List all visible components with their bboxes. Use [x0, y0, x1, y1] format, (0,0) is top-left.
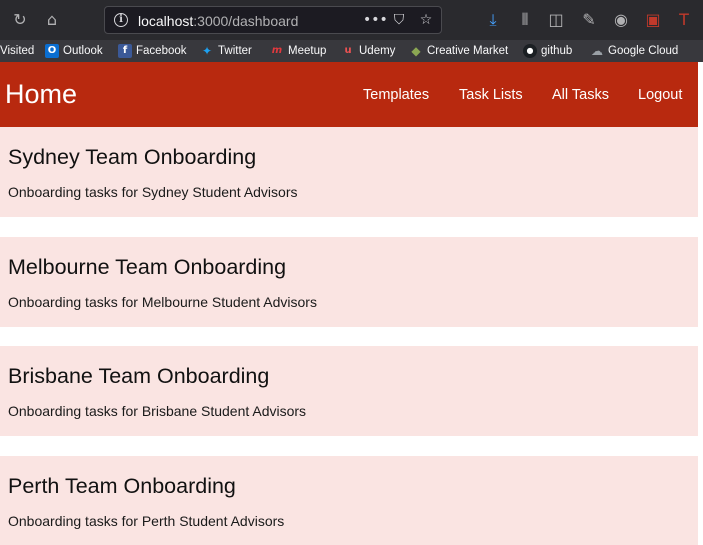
- template-card[interactable]: Brisbane Team Onboarding Onboarding task…: [0, 346, 698, 436]
- facebook-icon: f: [118, 44, 132, 58]
- udemy-icon: u: [344, 45, 352, 56]
- bookmark-creative-market[interactable]: ◆ Creative Market: [409, 43, 508, 59]
- nav-all-tasks[interactable]: All Tasks: [552, 87, 609, 103]
- card-description: Onboarding tasks for Melbourne Student A…: [8, 294, 317, 310]
- bookmarks-bar: Visited O Outlook f Facebook ✦ Twitter m Mee…: [0, 40, 703, 62]
- google-cloud-icon: ☁: [591, 44, 603, 58]
- page-title[interactable]: Home: [5, 79, 77, 110]
- home-icon[interactable]: ⌂: [42, 10, 62, 30]
- nav-templates[interactable]: Templates: [363, 87, 429, 103]
- account-icon[interactable]: ◉: [611, 10, 631, 30]
- card-title[interactable]: Sydney Team Onboarding: [8, 145, 256, 170]
- browser-toolbar: ↻ ⌂ i localhost:3000/dashboard ••• ⛉ ☆ ⤓…: [0, 0, 703, 40]
- github-icon: ●: [523, 44, 537, 58]
- more-icon[interactable]: •••: [363, 11, 388, 29]
- bookmark-facebook[interactable]: f Facebook: [118, 43, 187, 59]
- card-title[interactable]: Perth Team Onboarding: [8, 474, 236, 499]
- creative-market-icon: ◆: [411, 44, 421, 58]
- template-card[interactable]: Melbourne Team Onboarding Onboarding tas…: [0, 237, 698, 327]
- meetup-icon: m: [271, 45, 283, 56]
- extension-icon[interactable]: ▣: [643, 10, 663, 30]
- card-title[interactable]: Brisbane Team Onboarding: [8, 364, 269, 389]
- card-title[interactable]: Melbourne Team Onboarding: [8, 255, 286, 280]
- address-bar[interactable]: i localhost:3000/dashboard ••• ⛉ ☆: [104, 6, 442, 34]
- bookmark-github[interactable]: ● github: [523, 43, 572, 59]
- star-icon[interactable]: ☆: [417, 11, 435, 29]
- card-description: Onboarding tasks for Sydney Student Advi…: [8, 184, 298, 200]
- info-icon[interactable]: i: [114, 13, 128, 27]
- bookmark-meetup[interactable]: m Meetup: [270, 43, 327, 59]
- pocket-icon[interactable]: ⛉: [390, 11, 408, 29]
- download-icon[interactable]: ⤓: [483, 10, 503, 30]
- nav-logout[interactable]: Logout: [638, 87, 682, 103]
- twitter-icon: ✦: [201, 44, 213, 58]
- bookmark-udemy[interactable]: u Udemy: [341, 43, 395, 59]
- template-card[interactable]: Sydney Team Onboarding Onboarding tasks …: [0, 127, 698, 217]
- template-card[interactable]: Perth Team Onboarding Onboarding tasks f…: [0, 456, 698, 545]
- app-header: Home Templates Task Lists All Tasks Logo…: [0, 62, 698, 127]
- nav-task-lists[interactable]: Task Lists: [459, 87, 523, 103]
- tab-icon[interactable]: T: [674, 10, 694, 30]
- bookmark-twitter[interactable]: ✦ Twitter: [200, 43, 252, 59]
- bookmark-google-cloud[interactable]: ☁ Google Cloud: [590, 43, 678, 59]
- reload-icon[interactable]: ↻: [10, 10, 30, 30]
- bookmark-outlook[interactable]: O Outlook: [45, 43, 103, 59]
- card-description: Onboarding tasks for Brisbane Student Ad…: [8, 403, 307, 419]
- card-description: Onboarding tasks for Perth Student Advis…: [8, 513, 285, 529]
- outlook-icon: O: [45, 44, 59, 58]
- wrench-icon[interactable]: ✎: [579, 10, 599, 30]
- sidebar-icon[interactable]: ◫: [546, 10, 566, 30]
- url-text[interactable]: localhost:3000/dashboard: [138, 13, 298, 29]
- bookmark-visited[interactable]: Visited: [0, 43, 34, 59]
- library-icon[interactable]: ⫴: [515, 10, 535, 30]
